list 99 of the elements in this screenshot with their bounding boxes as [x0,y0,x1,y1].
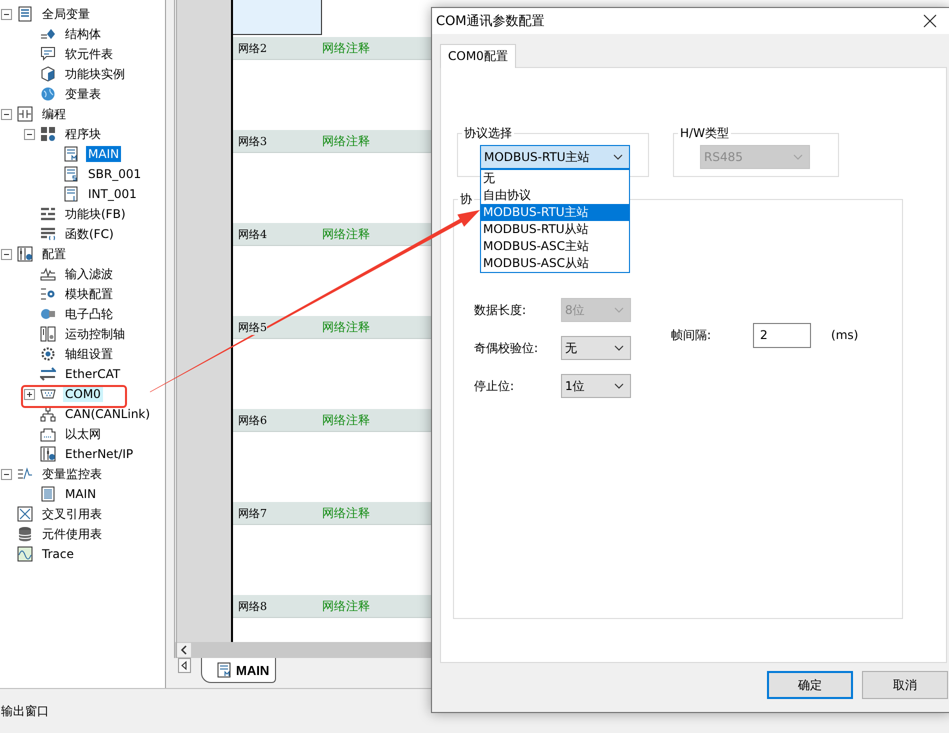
gear-icon [40,346,56,362]
tree-item[interactable]: 功能块(FB) [63,204,128,224]
tree-item[interactable]: 交叉引用表 [40,504,104,524]
dialog-tab[interactable]: COM0配置 [440,44,516,68]
chevron-icon [614,345,624,351]
tree-item[interactable]: COM0 [63,386,103,402]
program-file-icon [63,146,79,162]
list-icon [40,226,56,242]
tree-item[interactable]: MAIN [63,486,98,502]
monitor-chart-icon [17,466,33,482]
chevron-icon [614,383,624,389]
program-file-icon [216,662,232,678]
network-label: 网络7 [238,506,267,520]
expand-icon[interactable] [24,388,35,400]
chevron-icon [793,154,803,160]
waveform-icon [40,266,56,282]
document-icon [40,486,56,502]
tree-item[interactable]: EtherNet/IP [63,446,136,462]
network-comment: 网络注释 [322,504,370,522]
network-label: 网络8 [238,598,267,614]
tree-item[interactable]: 全局变量 [40,4,92,24]
output-window-title: 输出窗口 [1,702,49,720]
trace-chart-icon [17,546,33,562]
field-label: 帧间隔: [671,326,712,344]
tree-item[interactable]: EtherCAT [63,366,122,382]
tree-item[interactable]: 变量表 [63,84,103,104]
group-label: 协议选择 [463,125,513,142]
cube-icon [40,66,56,82]
field-label: 奇偶校验位: [474,340,540,356]
dialog-button[interactable]: 取消 [862,671,948,699]
network-label: 网络4 [238,226,267,242]
contacts-icon [17,106,33,122]
tree-item[interactable]: 运动控制轴 [63,324,127,344]
tab-scroll-left-icon[interactable] [178,658,191,673]
network-icon [40,406,56,422]
program-file-icon [63,186,79,202]
tree-item[interactable]: CAN(CANLink) [63,406,152,422]
speech-bubble-icon [40,46,56,62]
dialog-button[interactable]: 确定 [767,671,853,699]
ethernet-port-icon [40,426,56,442]
field-label: 停止位: [474,378,516,394]
tree-item[interactable]: 变量监控表 [40,464,104,484]
protocol-select[interactable]: MODBUS-RTU主站 [480,145,630,169]
network-comment: 网络注释 [322,318,370,336]
collapse-icon[interactable] [1,108,12,120]
cam-icon [40,306,56,322]
tree-item[interactable]: MAIN [86,146,122,162]
sliders-gear-icon [17,246,33,262]
tree-item[interactable]: 软元件表 [63,44,115,64]
chevron-icon [613,154,623,160]
tree-item[interactable]: 轴组设置 [63,344,115,364]
tree-item[interactable]: 配置 [40,244,68,264]
network-label: 网络3 [238,134,267,148]
tree-item[interactable]: 输入滤波 [63,264,115,284]
tree-item[interactable]: 结构体 [63,24,103,44]
network-label: 网络2 [238,40,267,56]
axis-icon [40,326,56,342]
tree-item[interactable]: Trace [40,546,76,562]
tree-item[interactable]: 函数(FC) [63,224,116,244]
blocks-icon [40,126,56,142]
tree-item[interactable]: 以太网 [63,424,103,444]
editor-tab[interactable]: MAIN [201,658,276,683]
network-comment: 网络注释 [322,412,370,428]
parameter-select[interactable]: 1位 [561,374,631,398]
list-icon [40,206,56,222]
group-label: H/W类型 [679,125,730,142]
cross-arrows-icon [17,506,33,522]
network-label: 网络6 [238,412,267,428]
unit-label: (ms) [831,328,858,342]
document-icon [17,6,33,22]
group-label: 协 [459,191,473,208]
frame-interval-input[interactable]: 2 [753,322,812,348]
network-comment: 网络注释 [322,40,370,56]
tree-item[interactable]: 程序块 [63,124,103,144]
network-comment: 网络注释 [322,598,370,614]
dialog-title: COM通讯参数配置 [436,13,545,30]
tree-item[interactable]: SBR_001 [86,166,144,182]
parameter-select[interactable]: 无 [561,336,631,360]
tree-item[interactable]: 模块配置 [63,284,115,304]
gear-list-icon [40,286,56,302]
tree-item[interactable]: 元件使用表 [40,524,104,544]
sliders-gear-icon [40,446,56,462]
program-file-icon [63,166,79,182]
collapse-icon[interactable] [24,128,35,140]
network-label: 网络5 [238,320,267,334]
chevron-icon [614,307,624,313]
collapse-icon[interactable] [1,468,12,480]
network-comment: 网络注释 [322,132,370,150]
collapse-icon[interactable] [1,8,12,20]
tree-item[interactable]: 电子凸轮 [63,304,115,324]
scroll-left-icon[interactable] [177,643,191,657]
database-icon [17,526,33,542]
tree-item[interactable]: 功能块实例 [63,64,127,84]
tree-item[interactable]: INT_001 [86,186,139,202]
collapse-icon[interactable] [1,248,12,260]
dropdown-option[interactable]: MODBUS-RTU主站 [481,204,629,221]
network-comment: 网络注释 [322,226,370,242]
tree-item[interactable]: 编程 [40,104,68,124]
field-label: 数据长度: [474,302,528,318]
